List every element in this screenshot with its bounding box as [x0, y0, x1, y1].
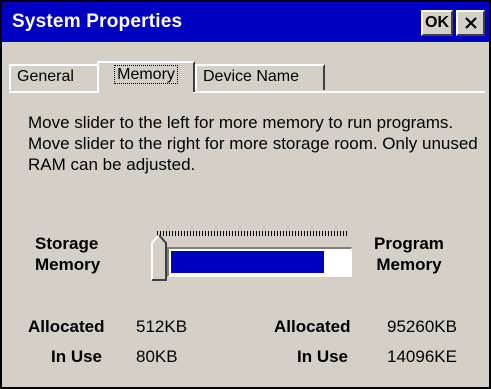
tab-memory-label: Memory	[114, 65, 178, 84]
program-label-line2: Memory	[376, 255, 442, 274]
program-memory-fill	[171, 251, 324, 273]
program-allocated-label: Allocated	[274, 317, 351, 336]
tab-general[interactable]: General	[9, 64, 99, 90]
program-label-line1: Program	[374, 234, 444, 253]
storage-inuse-label: In Use	[51, 347, 103, 366]
memory-slider-track[interactable]	[167, 247, 352, 277]
memory-description: Move slider to the left for more memory …	[28, 113, 478, 174]
program-inuse-label: In Use	[297, 347, 349, 366]
slider-thumb-shape	[151, 234, 167, 281]
storage-allocated-value: 512KB	[136, 317, 188, 336]
program-allocated-value: 95260KB	[387, 317, 457, 336]
storage-inuse-value: 80KB	[136, 347, 178, 366]
storage-label-line2: Memory	[35, 255, 101, 274]
tab-strip: General Device Name Memory	[9, 61, 483, 92]
close-icon	[464, 17, 477, 29]
title-bar: System Properties OK	[2, 2, 489, 42]
program-memory-label: Program Memory	[374, 233, 444, 275]
tab-device-name[interactable]: Device Name	[195, 64, 325, 90]
memory-slider-thumb[interactable]	[151, 234, 167, 281]
storage-allocated-label: Allocated	[28, 317, 105, 336]
panel-border	[9, 91, 485, 93]
tab-memory[interactable]: Memory	[97, 61, 195, 92]
window-title: System Properties	[12, 11, 183, 32]
selected-tab-gap	[99, 91, 193, 93]
slider-ticks	[157, 231, 347, 236]
storage-label-line1: Storage	[35, 234, 99, 253]
storage-memory-label: Storage Memory	[35, 233, 100, 275]
program-inuse-value: 14096KE	[387, 347, 457, 366]
system-properties-window: System Properties OK General Device Name…	[0, 0, 491, 389]
ok-button[interactable]: OK	[421, 10, 453, 36]
close-button[interactable]	[456, 10, 485, 36]
